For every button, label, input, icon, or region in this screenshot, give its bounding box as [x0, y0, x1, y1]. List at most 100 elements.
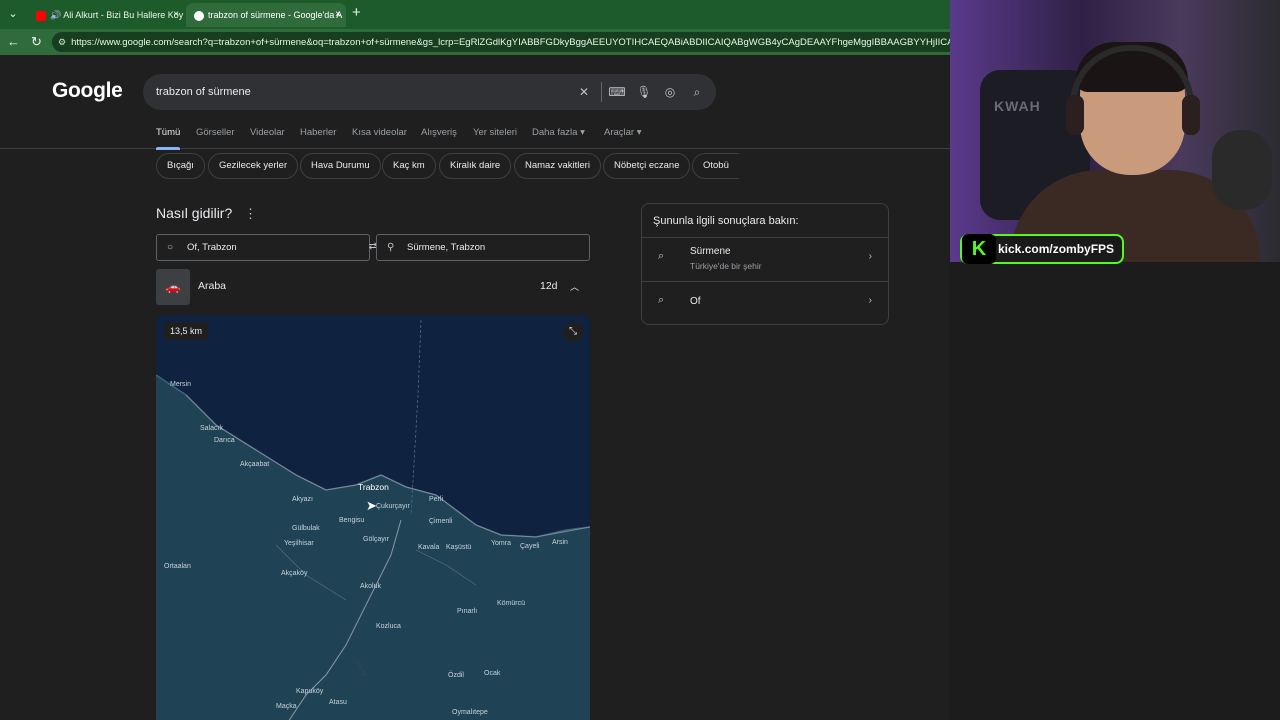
- travel-mode-row[interactable]: 🚗 Araba 12d ︿: [156, 269, 590, 305]
- map-label: Akyazı: [292, 496, 314, 503]
- map-label: Mersin: [170, 381, 192, 388]
- map-label: Çayeli: [520, 543, 540, 550]
- tab-search-chevron-icon[interactable]: ⌄: [4, 5, 22, 23]
- tab-tools-label: Araçlar: [604, 127, 635, 138]
- tab-all[interactable]: Tümü: [156, 127, 181, 150]
- related-item-of[interactable]: ⌕ Of ›: [642, 281, 888, 325]
- map-label: Kavala: [418, 544, 440, 551]
- directions-title: Nasıl gidilir?: [156, 205, 233, 221]
- webcam-feed: KWAH: [950, 0, 1280, 262]
- map-label: Ortaalan: [164, 563, 191, 570]
- tab-close-icon[interactable]: ×: [173, 3, 179, 27]
- map-label: Arsin: [552, 539, 568, 546]
- search-box[interactable]: trabzon of sürmene ✕ ⌨ 🎙 ◎ ⌕: [143, 74, 716, 110]
- tab-google-active[interactable]: trabzon of sürmene - Google'da A ×: [186, 3, 346, 27]
- related-title: Şununla ilgili sonuçlara bakın:: [653, 215, 799, 227]
- new-tab-button[interactable]: +: [352, 4, 361, 21]
- more-options-icon[interactable]: ⋮: [244, 206, 257, 222]
- headset-ear-right: [1182, 95, 1200, 135]
- map-label: Özdil: [448, 672, 464, 679]
- map-label: Yeşilhisar: [284, 540, 314, 547]
- route-map[interactable]: 13,5 km ⤡ Mersin Salacık Darıca Akçaabat…: [156, 315, 590, 720]
- map-label: Kömürcü: [497, 600, 526, 607]
- map-label-city: Trabzon: [358, 482, 389, 492]
- headset-ear-left: [1066, 95, 1084, 135]
- search-input[interactable]: trabzon of sürmene: [156, 74, 251, 110]
- url-text: https://www.google.com/search?q=trabzon+…: [71, 37, 950, 48]
- destination-field[interactable]: ⚲ Sürmene, Trabzon: [376, 234, 590, 261]
- mouse-cursor-icon: ➤: [366, 498, 377, 513]
- tab-short-videos[interactable]: Kısa videolar: [352, 127, 407, 138]
- chip[interactable]: Otobü: [692, 153, 739, 179]
- tab-images[interactable]: Görseller: [196, 127, 235, 138]
- related-sub: Türkiye'de bir şehir: [690, 261, 762, 271]
- microphone-icon: [1212, 130, 1272, 210]
- url-field[interactable]: ⚙ https://www.google.com/search?q=trabzon…: [52, 32, 950, 52]
- chair-brand-text: KWAH: [994, 98, 1041, 114]
- map-label: Darıca: [214, 437, 235, 444]
- search-icon: ⌕: [658, 294, 665, 306]
- map-label: Akçaköy: [281, 570, 308, 577]
- tab-places[interactable]: Yer siteleri: [473, 127, 517, 138]
- youtube-favicon-icon: [36, 10, 46, 21]
- destination-value: Sürmene, Trabzon: [407, 242, 486, 253]
- tab-tools[interactable]: Araçlar ▾: [604, 127, 642, 138]
- microphone-icon[interactable]: 🎙: [635, 83, 653, 101]
- chip[interactable]: Bıçağı: [156, 153, 205, 179]
- chip[interactable]: Gezilecek yerler: [208, 153, 299, 179]
- tab-youtube[interactable]: 🔊 Ali Alkurt - Bizi Bu Hallere Koy ×: [28, 3, 184, 27]
- chevron-right-icon: ›: [868, 295, 872, 306]
- kick-user: zombyFPS: [1052, 242, 1115, 256]
- map-label: Akçaabat: [240, 461, 270, 468]
- address-bar-row: ← ↻ ⚙ https://www.google.com/search?q=tra…: [0, 29, 950, 55]
- chip[interactable]: Kiralık daire: [439, 153, 512, 179]
- keyboard-icon[interactable]: ⌨: [608, 83, 626, 101]
- travel-mode-label: Araba: [198, 280, 227, 292]
- map-label: Akoluk: [360, 583, 382, 590]
- related-item-surmene[interactable]: ⌕ Sürmene Türkiye'de bir şehir ›: [642, 237, 888, 281]
- map-label: Kaşüstü: [446, 544, 472, 551]
- search-tabs: Tümü Görseller Videolar Haberler Kısa vi…: [0, 119, 950, 150]
- map-label: Perli: [429, 496, 444, 503]
- kick-logo-icon: K: [962, 234, 996, 264]
- tab-shopping[interactable]: Alışveriş: [421, 127, 457, 138]
- tab-news[interactable]: Haberler: [300, 127, 336, 138]
- tab-close-icon[interactable]: ×: [335, 3, 341, 27]
- tab-more[interactable]: Daha fazla ▾: [532, 127, 585, 138]
- map-label: Pınarlı: [457, 608, 478, 615]
- back-arrow-icon[interactable]: ←: [7, 34, 20, 49]
- caret-down-icon: ▾: [580, 127, 585, 138]
- map-label: Ocak: [484, 670, 501, 677]
- reload-icon[interactable]: ↻: [31, 34, 42, 50]
- chip[interactable]: Nöbetçi eczane: [603, 153, 691, 179]
- google-favicon-icon: [194, 10, 204, 21]
- chip[interactable]: Namaz vakitleri: [514, 153, 601, 179]
- map-label: Kozluca: [376, 623, 401, 630]
- tab-videos[interactable]: Videolar: [250, 127, 285, 138]
- tab-title: Ali Alkurt - Bizi Bu Hallere Koy: [63, 10, 184, 20]
- chevron-up-icon[interactable]: ︿: [570, 280, 579, 293]
- car-icon: 🚗: [156, 269, 190, 305]
- clear-icon[interactable]: ✕: [575, 83, 593, 101]
- search-icon[interactable]: ⌕: [688, 83, 706, 101]
- google-results-page: Google trabzon of sürmene ✕ ⌨ 🎙 ◎ ⌕ Tümü…: [0, 55, 950, 720]
- google-logo[interactable]: Google: [52, 79, 123, 103]
- browser-tab-bar: ⌄ 🔊 Ali Alkurt - Bizi Bu Hallere Koy × t…: [0, 0, 950, 29]
- map-label: Yomra: [491, 540, 511, 547]
- map-label: Gölçayır: [363, 536, 390, 543]
- chip[interactable]: Hava Durumu: [300, 153, 381, 179]
- lens-icon[interactable]: ◎: [661, 83, 679, 101]
- site-info-icon[interactable]: ⚙: [58, 32, 66, 52]
- related-card: Şununla ilgili sonuçlara bakın: ⌕ Sürmen…: [641, 203, 889, 325]
- origin-field[interactable]: ○ Of, Trabzon: [156, 234, 370, 261]
- map-label: Gülbulak: [292, 525, 320, 532]
- map-label: Kapuköy: [296, 688, 324, 695]
- search-divider: [601, 82, 602, 102]
- map-label: Salacık: [200, 425, 223, 432]
- origin-circle-icon: ○: [167, 242, 174, 253]
- map-label: Bengisu: [339, 517, 365, 524]
- chevron-right-icon: ›: [868, 251, 872, 262]
- collapse-map-icon[interactable]: ⤡: [563, 322, 583, 342]
- map-terrain: [156, 319, 590, 720]
- chip[interactable]: Kaç km: [382, 153, 436, 179]
